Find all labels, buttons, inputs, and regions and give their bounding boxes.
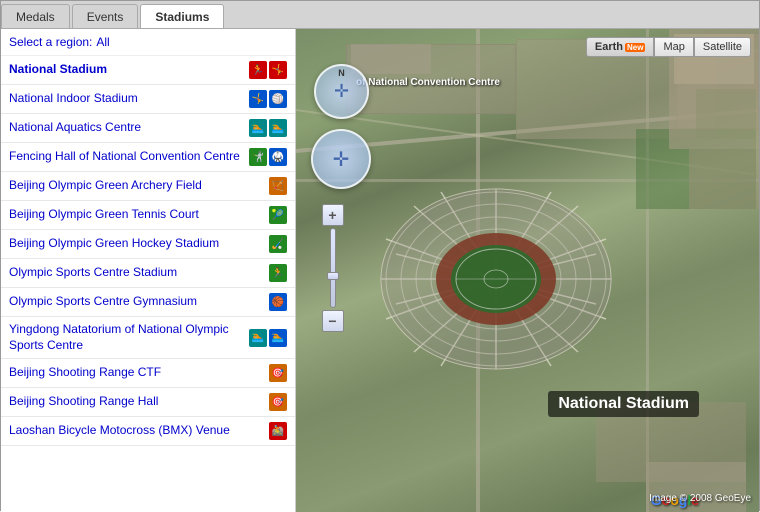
stadium-svg (376, 184, 616, 384)
sport-icons: 🤸 🏐 (249, 90, 287, 108)
sport-icon-swim: 🏊 (249, 119, 267, 137)
region-selector: Select a region: All (1, 29, 295, 56)
zoom-slider[interactable] (330, 228, 336, 308)
sport-icons: 🎯 (269, 393, 287, 411)
zoom-out-button[interactable]: − (322, 310, 344, 332)
tab-medals[interactable]: Medals (1, 4, 70, 28)
list-item[interactable]: Laoshan Bicycle Motocross (BMX) Venue 🚵 (1, 417, 295, 446)
pan-arrows-icon: ✛ (333, 147, 350, 172)
new-badge: New (625, 43, 645, 52)
sport-icon-gymnastics: 🤸 (249, 90, 267, 108)
list-item[interactable]: Beijing Shooting Range CTF 🎯 (1, 359, 295, 388)
list-item[interactable]: Beijing Olympic Green Tennis Court 🎾 (1, 201, 295, 230)
region-label: Select a region: (9, 35, 92, 49)
pan-control[interactable]: ✛ (311, 129, 371, 189)
sport-icon-basketball: 🏀 (269, 293, 287, 311)
stadium-list[interactable]: National Stadium 🏃 🤸 National Indoor Sta… (1, 56, 295, 512)
list-item[interactable]: National Aquatics Centre 🏊 🏊 (1, 114, 295, 143)
map-button[interactable]: Map (654, 37, 693, 57)
zoom-control: + − (320, 204, 345, 332)
sport-icons: 🏃 🤸 (249, 61, 287, 79)
sport-icon-dive: 🏊 (269, 119, 287, 137)
sport-icons: 🏹 (269, 177, 287, 195)
satellite-button[interactable]: Satellite (694, 37, 751, 57)
tab-stadiums[interactable]: Stadiums (140, 4, 224, 28)
tab-events[interactable]: Events (72, 4, 139, 28)
sport-icon-fencing: 🤺 (249, 148, 267, 166)
list-item[interactable]: Olympic Sports Centre Stadium 🏃 (1, 259, 295, 288)
list-item[interactable]: Fencing Hall of National Convention Cent… (1, 143, 295, 172)
sport-icon-shooting2: 🎯 (269, 393, 287, 411)
list-item[interactable]: Beijing Olympic Green Hockey Stadium 🏑 (1, 230, 295, 259)
map-area[interactable]: of National Convention Centre Earth New … (296, 29, 759, 512)
main-container: Select a region: All National Stadium 🏃 … (1, 29, 759, 512)
compass-north: N (338, 68, 345, 78)
zoom-in-button[interactable]: + (322, 204, 344, 226)
tab-bar: Medals Events Stadiums (1, 1, 759, 29)
sport-icon-athletics3: 🏃 (269, 264, 287, 282)
sport-icons: 🏊 🏊 (249, 329, 287, 347)
list-item[interactable]: Beijing Shooting Range Hall 🎯 (1, 388, 295, 417)
sport-icon-cycling: 🚵 (269, 422, 287, 440)
sport-icons: 🏑 (269, 235, 287, 253)
sport-icon-athletics: 🏃 (249, 61, 267, 79)
sport-icons: 🤺 🥋 (249, 148, 287, 166)
map-view-controls: Earth New Map Satellite (586, 37, 751, 57)
sport-icons: 🏊 🏊 (249, 119, 287, 137)
sport-icons: 🚵 (269, 422, 287, 440)
sport-icon-volleyball: 🏐 (269, 90, 287, 108)
convention-centre-label: of National Convention Centre (356, 77, 500, 88)
list-item[interactable]: Olympic Sports Centre Gymnasium 🏀 (1, 288, 295, 317)
sport-icon-archery: 🏹 (269, 177, 287, 195)
sport-icon-tennis: 🎾 (269, 206, 287, 224)
earth-button[interactable]: Earth New (586, 37, 655, 57)
sport-icons: 🎾 (269, 206, 287, 224)
compass[interactable]: N ✛ (314, 64, 369, 119)
sport-icons: 🏃 (269, 264, 287, 282)
sidebar: Select a region: All National Stadium 🏃 … (1, 29, 296, 512)
list-item[interactable]: Yingdong Natatorium of National Olympic … (1, 317, 295, 359)
sport-icon-swim2: 🏊 (249, 329, 267, 347)
zoom-thumb (327, 272, 339, 280)
sport-icons: 🏀 (269, 293, 287, 311)
compass-arrow-icon: ✛ (334, 81, 349, 102)
sport-icon-waterpolo: 🏊 (269, 329, 287, 347)
list-item[interactable]: National Indoor Stadium 🤸 🏐 (1, 85, 295, 114)
stadium-map-label: National Stadium (548, 391, 699, 417)
list-item[interactable]: Beijing Olympic Green Archery Field 🏹 (1, 172, 295, 201)
region-value[interactable]: All (96, 35, 109, 49)
sport-icon-hockey: 🏑 (269, 235, 287, 253)
sport-icon-athletics2: 🤸 (269, 61, 287, 79)
list-item[interactable]: National Stadium 🏃 🤸 (1, 56, 295, 85)
map-copyright: Image © 2008 GeoEye (649, 493, 751, 504)
sport-icon-wushu: 🥋 (269, 148, 287, 166)
sport-icons: 🎯 (269, 364, 287, 382)
sport-icon-shooting: 🎯 (269, 364, 287, 382)
